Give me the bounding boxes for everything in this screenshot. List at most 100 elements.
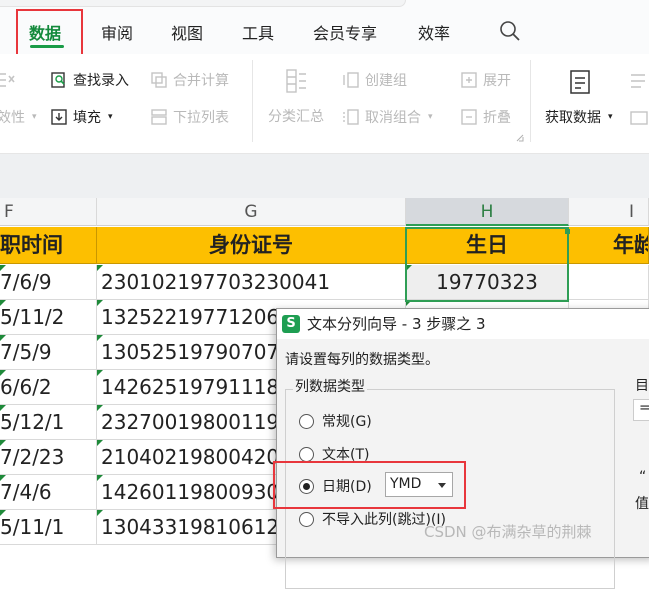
merge-calc-icon	[151, 72, 167, 88]
cell-text: 130433198106121	[101, 515, 292, 539]
ribbon-toolbar: 效性 ▾ 查找录入 填充 ▾ 合并计算 下拉列表 分类汇总 创建组 取消组合 ▾ 展开	[0, 54, 649, 154]
cell-text: 130525197907073	[101, 340, 292, 364]
radio-general[interactable]: 常规(G)	[299, 411, 372, 431]
cell-text: 19770323	[436, 270, 538, 294]
merge-calc-label: 合并计算	[173, 73, 229, 89]
fill-label: 填充	[73, 110, 101, 126]
column-header-f[interactable]: F	[0, 198, 97, 226]
group-launcher-icon[interactable]	[516, 134, 524, 142]
search-icon[interactable]	[499, 20, 521, 42]
cell-join-time[interactable]: 5/12/1	[0, 405, 97, 440]
error-indicator-icon	[0, 475, 6, 481]
cell-text: 7/2/23	[0, 445, 65, 469]
note-fragment-2: 值	[635, 496, 649, 512]
dropdown-list-icon	[151, 109, 167, 125]
data-validity-button[interactable]: 效性 ▾	[0, 107, 37, 127]
formula-area	[0, 154, 649, 198]
header-cell-join-time[interactable]: 职时间	[0, 227, 97, 264]
cell-text: 7/5/9	[0, 340, 52, 364]
ungroup-icon	[343, 109, 359, 125]
cell-join-time[interactable]: 5/11/2	[0, 300, 97, 335]
error-indicator-icon	[97, 405, 103, 411]
cell-join-time[interactable]: 6/6/2	[0, 370, 97, 405]
tab-view[interactable]: 视图	[171, 20, 203, 44]
error-indicator-icon	[97, 370, 103, 376]
group-label: 列数据类型	[293, 376, 367, 396]
get-data-icon	[570, 70, 590, 94]
highlight-box-date	[273, 461, 466, 509]
column-header-i[interactable]: I	[569, 198, 649, 226]
error-indicator-icon	[0, 440, 6, 446]
partial-right-icon-2	[630, 111, 648, 125]
create-group-button[interactable]: 创建组	[342, 70, 407, 90]
tab-tools[interactable]: 工具	[242, 20, 274, 44]
subtotal-label: 分类汇总	[268, 109, 324, 125]
header-cell-birthday[interactable]: 生日	[406, 227, 569, 264]
cell-text: 7/4/6	[0, 480, 52, 504]
expand-label: 展开	[483, 73, 511, 89]
ungroup-button[interactable]: 取消组合 ▾	[342, 107, 433, 127]
tab-member[interactable]: 会员专享	[313, 20, 377, 44]
error-indicator-icon	[97, 300, 103, 306]
wps-spreadsheet-logo-icon: S	[282, 315, 300, 333]
get-data-button[interactable]: 获取数据 ▾	[545, 107, 613, 127]
cell-join-time[interactable]: 7/4/6	[0, 475, 97, 510]
column-header-g[interactable]: G	[97, 198, 406, 226]
header-cell-age[interactable]: 年龄	[569, 227, 649, 264]
subtotal-button[interactable]: 分类汇总	[268, 106, 324, 126]
collapse-label: 折叠	[483, 110, 511, 126]
error-indicator-icon	[0, 265, 6, 271]
cell-text: 232700198001191	[101, 410, 292, 434]
header-cell-id-number[interactable]: 身份证号	[97, 227, 406, 264]
dialog-titlebar[interactable]: S 文本分列向导 - 3 步骤之 3	[277, 309, 649, 339]
cell-text: 230102197703230041	[101, 270, 331, 294]
create-group-icon	[343, 72, 359, 88]
expand-icon	[461, 72, 477, 88]
dialog-prompt: 请设置每列的数据类型。	[285, 352, 439, 368]
error-indicator-icon	[0, 300, 6, 306]
dest-input-fragment[interactable]: =	[633, 399, 649, 421]
find-entry-icon	[51, 72, 65, 88]
partial-left-icon	[0, 70, 16, 90]
cell-join-time[interactable]: 7/2/23	[0, 440, 97, 475]
error-indicator-icon	[0, 335, 6, 341]
merge-calc-button[interactable]: 合并计算	[150, 70, 229, 90]
fill-button[interactable]: 填充 ▾	[50, 107, 113, 127]
radio-button[interactable]	[299, 413, 314, 429]
get-data-label: 获取数据	[545, 110, 601, 126]
cell-age[interactable]	[569, 265, 649, 300]
ungroup-label: 取消组合	[365, 110, 421, 126]
cell-id-number[interactable]: 230102197703230041	[97, 265, 406, 300]
cell-join-time[interactable]: 7/6/9	[0, 265, 97, 300]
error-indicator-icon	[97, 335, 103, 341]
cell-join-time[interactable]: 7/5/9	[0, 335, 97, 370]
cell-text: 210402198004201	[101, 445, 292, 469]
dialog-title: 文本分列向导 - 3 步骤之 3	[307, 315, 486, 333]
ribbon-separator	[530, 60, 531, 142]
dropdown-list-label: 下拉列表	[173, 110, 229, 126]
cell-text: 5/12/1	[0, 410, 65, 434]
tab-efficiency[interactable]: 效率	[418, 20, 450, 44]
column-header-h[interactable]: H	[406, 198, 569, 226]
radio-button[interactable]	[299, 446, 314, 462]
find-entry-button[interactable]: 查找录入	[50, 70, 129, 90]
ribbon-separator	[252, 60, 253, 142]
collapse-button[interactable]: 折叠	[460, 107, 511, 127]
error-indicator-icon	[97, 265, 103, 271]
cell-text: 132522197712061	[101, 305, 292, 329]
expand-button[interactable]: 展开	[460, 70, 511, 90]
radio-button[interactable]	[299, 511, 314, 527]
dropdown-list-button[interactable]: 下拉列表	[150, 107, 229, 127]
error-indicator-icon	[406, 265, 412, 271]
dest-label-fragment: 目	[635, 378, 649, 394]
partial-right-icon	[631, 74, 645, 88]
tab-review[interactable]: 审阅	[101, 20, 133, 44]
cell-birthday[interactable]: 19770323	[406, 265, 569, 300]
cell-text: 5/11/1	[0, 515, 65, 539]
cell-join-time[interactable]: 5/11/1	[0, 510, 97, 545]
error-indicator-icon	[0, 510, 6, 516]
selection-handle[interactable]	[565, 229, 570, 234]
collapse-icon	[461, 109, 477, 125]
error-indicator-icon	[97, 440, 103, 446]
error-indicator-icon	[406, 300, 412, 306]
